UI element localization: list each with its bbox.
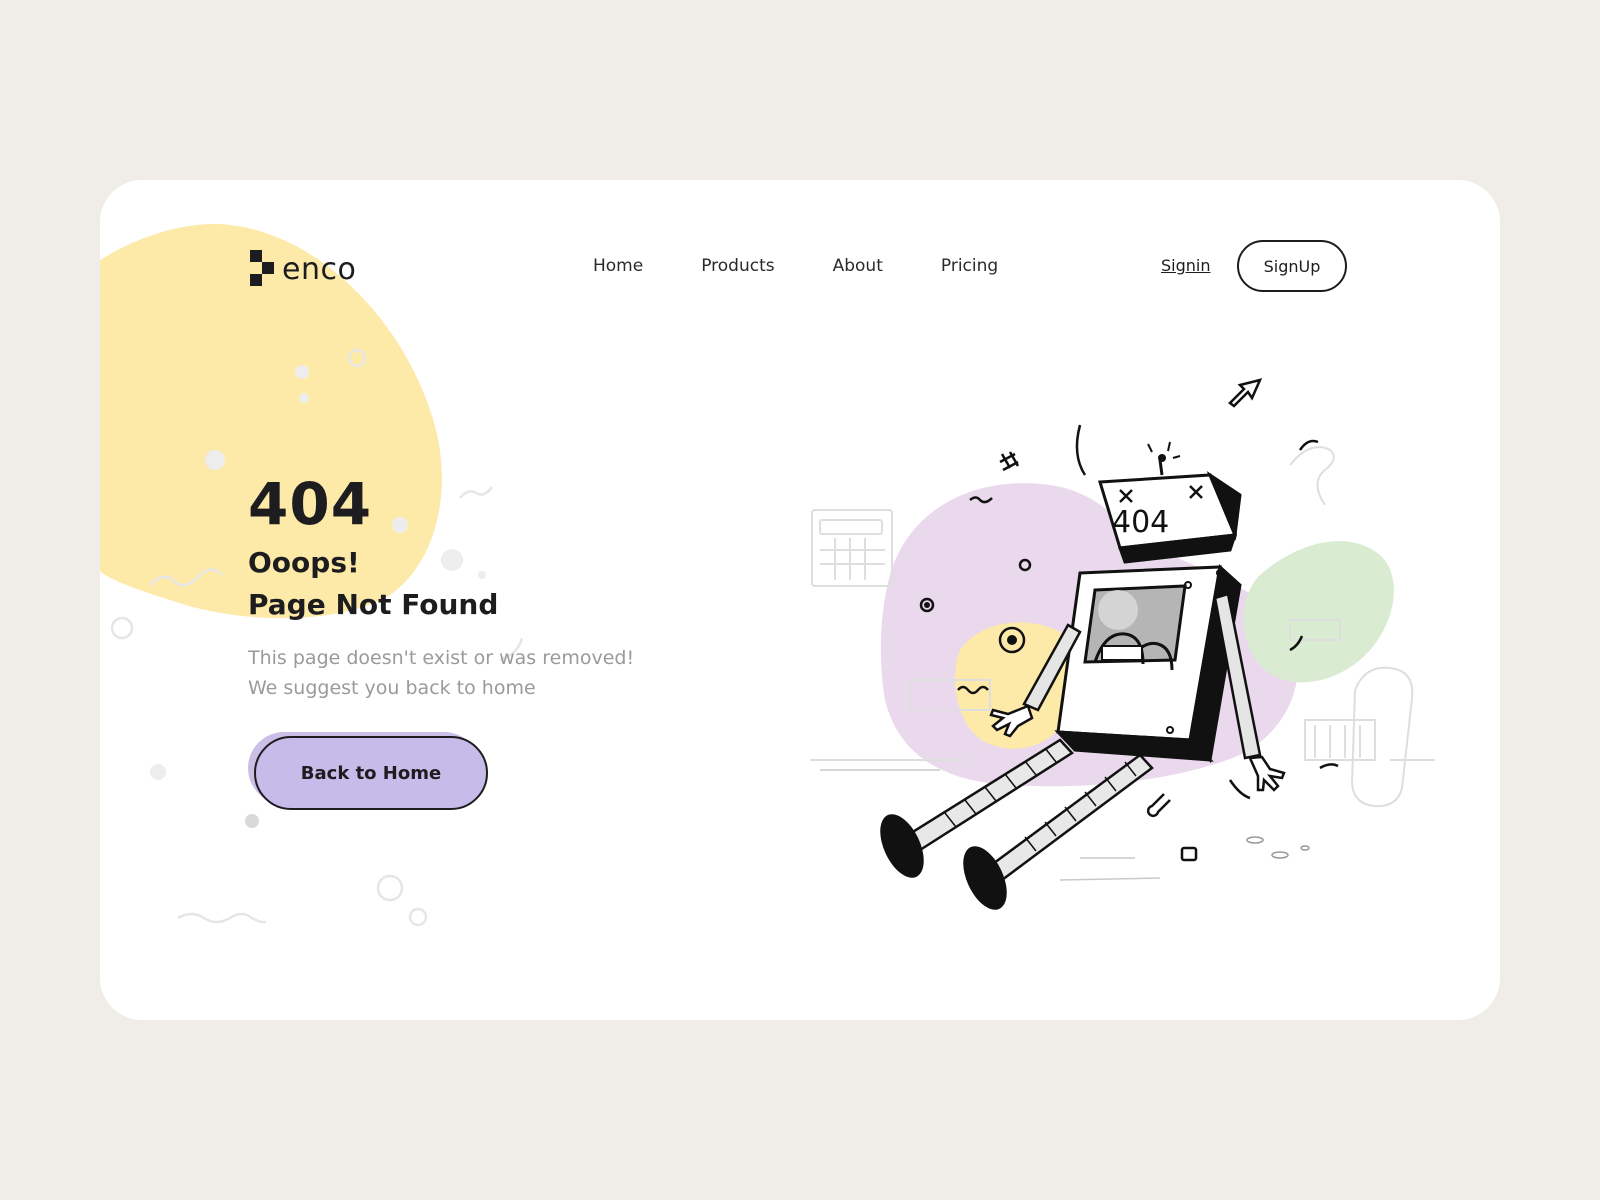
back-to-home-button[interactable]: Back to Home	[254, 736, 488, 810]
main-nav: Home Products About Pricing	[593, 256, 1056, 276]
brand-name: enco	[282, 251, 357, 287]
back-to-home-wrapper: Back to Home	[248, 732, 488, 810]
broken-robot-illustration: 404	[810, 378, 1435, 910]
signup-button[interactable]: SignUp	[1237, 240, 1347, 292]
error-code: 404	[248, 470, 373, 538]
subtitle-line-2: We suggest you back to home	[248, 677, 536, 699]
page-card: enco Home Products About Pricing Signin …	[100, 180, 1500, 1020]
logo-mark-icon	[250, 250, 276, 288]
title-line-1: Ooops!	[248, 546, 360, 579]
page-title: Ooops! Page Not Found	[248, 542, 498, 626]
title-line-2: Page Not Found	[248, 588, 499, 621]
nav-item-home[interactable]: Home	[593, 256, 643, 276]
screen-404-text: 404	[1112, 505, 1169, 540]
page-subtitle: This page doesn't exist or was removed! …	[248, 643, 634, 703]
nav-item-products[interactable]: Products	[701, 256, 774, 276]
subtitle-line-1: This page doesn't exist or was removed!	[248, 647, 635, 669]
signin-link[interactable]: Signin	[1161, 256, 1210, 275]
nav-item-pricing[interactable]: Pricing	[941, 256, 998, 276]
nav-item-about[interactable]: About	[833, 256, 883, 276]
brand-logo[interactable]: enco	[250, 250, 356, 288]
